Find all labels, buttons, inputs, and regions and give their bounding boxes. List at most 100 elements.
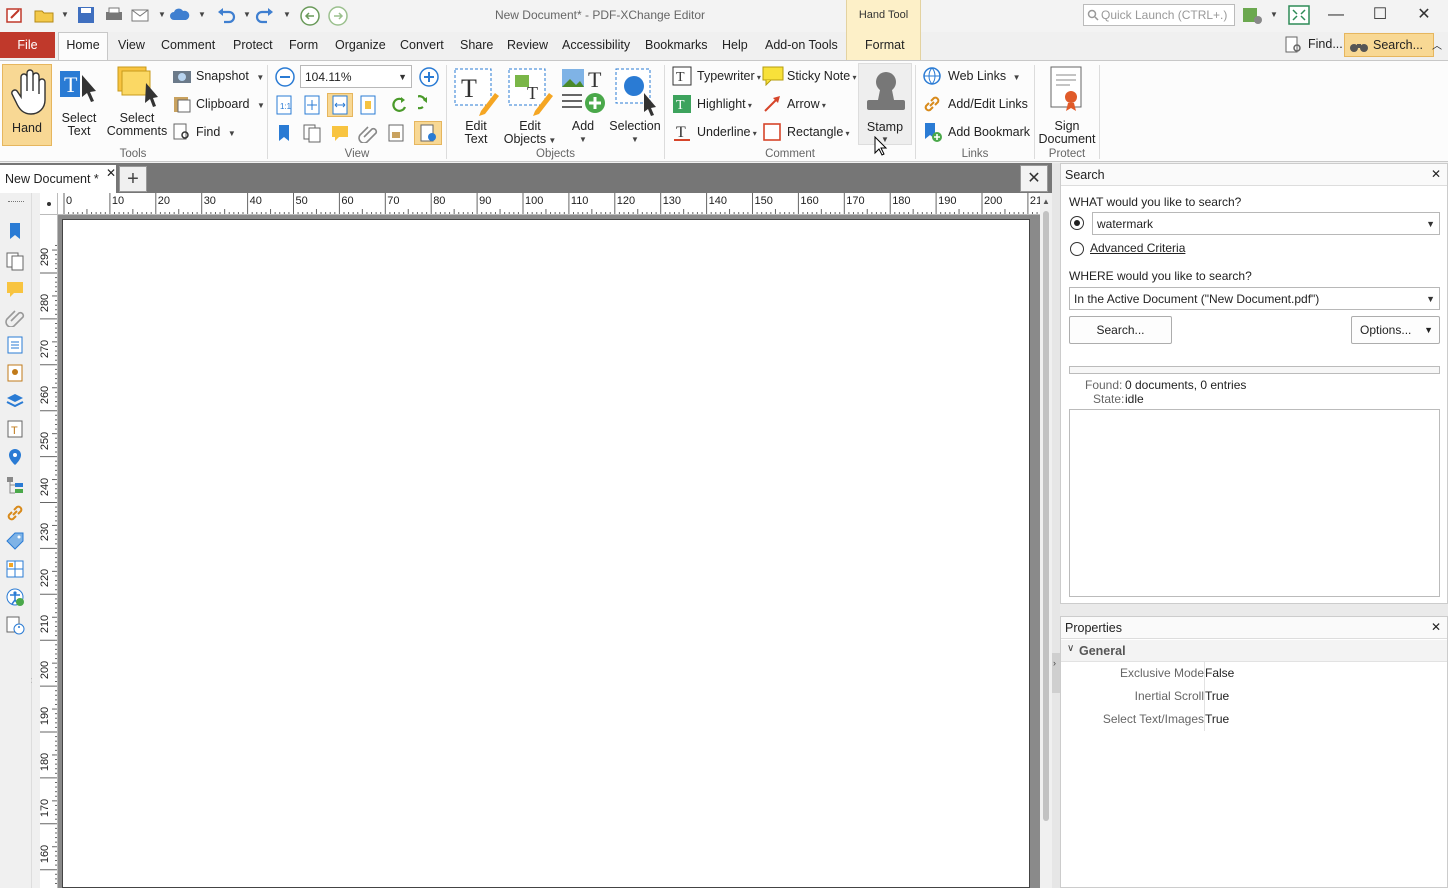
tab-bookmarks[interactable]: Bookmarks bbox=[645, 38, 708, 52]
arrow-button[interactable]: Arrow ▾ bbox=[760, 93, 826, 115]
options-button[interactable]: Options... ▼ bbox=[1351, 316, 1440, 344]
fields-pane-icon[interactable]: T bbox=[5, 419, 25, 439]
tab-form[interactable]: Form bbox=[289, 38, 318, 52]
attachments-icon[interactable] bbox=[358, 123, 378, 143]
property-row[interactable]: Exclusive Mode False bbox=[1061, 662, 1447, 685]
content-pane-icon[interactable] bbox=[5, 335, 25, 355]
scrollbar-thumb[interactable] bbox=[1043, 211, 1049, 821]
tab-view[interactable]: View bbox=[118, 38, 145, 52]
fullscreen-icon[interactable] bbox=[1288, 5, 1310, 25]
zoom-in-icon[interactable] bbox=[418, 66, 440, 88]
document-tab[interactable]: New Document * ✕ bbox=[0, 165, 116, 193]
rotate-left-icon[interactable] bbox=[390, 95, 410, 115]
location-dropdown-icon[interactable]: ▼ bbox=[1426, 294, 1435, 304]
selection-button[interactable]: Selection ▼ bbox=[608, 65, 662, 146]
find-button[interactable]: Find... bbox=[1280, 33, 1349, 57]
fit-visible-icon[interactable] bbox=[358, 95, 378, 115]
properties-pane-icon[interactable] bbox=[386, 123, 406, 143]
fit-width-button[interactable] bbox=[327, 93, 353, 117]
panel-divider[interactable] bbox=[1060, 604, 1448, 616]
tab-comment[interactable]: Comment bbox=[161, 38, 215, 52]
bookmark-icon[interactable] bbox=[274, 123, 294, 143]
property-value[interactable]: True bbox=[1205, 712, 1229, 726]
destinations-icon[interactable] bbox=[5, 447, 25, 467]
stamp-button[interactable]: Stamp ▼ bbox=[858, 63, 912, 145]
tab-organize[interactable]: Organize bbox=[335, 38, 386, 52]
tab-home[interactable]: Home bbox=[58, 32, 108, 61]
property-row[interactable]: Select Text/Images True bbox=[1061, 708, 1447, 731]
run-search-button[interactable]: Search... bbox=[1069, 316, 1172, 344]
web-links-button[interactable]: Web Links ▼ bbox=[920, 65, 1021, 87]
rectangle-button[interactable]: Rectangle ▾ bbox=[760, 121, 850, 143]
close-search-panel-icon[interactable]: ✕ bbox=[1431, 167, 1441, 181]
tab-share[interactable]: Share bbox=[460, 38, 493, 52]
scroll-up-icon[interactable]: ▲ bbox=[1042, 197, 1050, 206]
close-window-button[interactable]: ✕ bbox=[1409, 4, 1439, 26]
search-results-list[interactable] bbox=[1069, 409, 1440, 597]
structure-tree-icon[interactable] bbox=[5, 475, 25, 495]
splitter[interactable] bbox=[32, 193, 40, 888]
tags-icon[interactable] bbox=[5, 531, 25, 551]
general-section-header[interactable]: ∨ General bbox=[1061, 640, 1447, 662]
zoom-level-input[interactable]: 104.11% ▼ bbox=[300, 65, 412, 88]
document-vertical-scrollbar[interactable]: ▲ bbox=[1040, 193, 1052, 888]
edit-objects-button[interactable]: T Edit Objects ▼ bbox=[502, 65, 558, 147]
search-button[interactable]: Search... bbox=[1344, 33, 1434, 57]
search-query-input[interactable]: watermark ▼ bbox=[1092, 212, 1440, 235]
query-dropdown-icon[interactable]: ▼ bbox=[1426, 219, 1435, 229]
search-location-select[interactable]: In the Active Document ("New Document.pd… bbox=[1069, 287, 1440, 310]
order-pane-icon[interactable] bbox=[5, 559, 25, 579]
property-row[interactable]: Inertial Scroll True bbox=[1061, 685, 1447, 708]
close-tab-icon[interactable]: ✕ bbox=[106, 166, 116, 180]
select-text-button[interactable]: T Select Text bbox=[56, 65, 102, 138]
tab-accessibility[interactable]: Accessibility bbox=[562, 38, 630, 52]
typewriter-button[interactable]: T Typewriter ▾ bbox=[670, 65, 761, 87]
zoom-out-icon[interactable] bbox=[274, 66, 296, 88]
advanced-criteria-link[interactable]: Advanced Criteria bbox=[1090, 241, 1185, 255]
edit-text-button[interactable]: T Edit Text bbox=[450, 65, 502, 146]
comments-pane-icon[interactable] bbox=[330, 123, 350, 143]
bookmarks-pane-icon[interactable] bbox=[5, 221, 25, 241]
close-properties-panel-icon[interactable]: ✕ bbox=[1431, 620, 1441, 634]
thumbnails-pane-icon[interactable] bbox=[5, 251, 25, 271]
tab-help[interactable]: Help bbox=[722, 38, 748, 52]
underline-button[interactable]: T Underline ▾ bbox=[670, 121, 757, 143]
quick-launch-input[interactable]: Quick Launch (CTRL+.) bbox=[1083, 4, 1235, 26]
page-settings-button[interactable] bbox=[414, 121, 442, 145]
actual-size-icon[interactable]: 1:1 bbox=[274, 95, 294, 115]
add-edit-links-button[interactable]: Add/Edit Links bbox=[920, 93, 1028, 115]
sticky-note-button[interactable]: Sticky Note ▾ bbox=[760, 65, 856, 87]
maximize-button[interactable]: ☐ bbox=[1365, 4, 1395, 26]
fit-page-icon[interactable] bbox=[302, 95, 322, 115]
rotate-right-icon[interactable] bbox=[418, 95, 438, 115]
close-document-button[interactable]: ✕ bbox=[1020, 165, 1048, 192]
file-tab[interactable]: File bbox=[0, 32, 55, 58]
property-value[interactable]: True bbox=[1205, 689, 1229, 703]
accessibility-icon[interactable] bbox=[5, 587, 25, 607]
layers-icon[interactable] bbox=[5, 391, 25, 411]
links-pane-icon[interactable] bbox=[5, 503, 25, 523]
tab-protect[interactable]: Protect bbox=[233, 38, 273, 52]
new-tab-button[interactable]: + bbox=[119, 166, 147, 192]
tab-format[interactable]: Format bbox=[865, 38, 905, 52]
panel-splitter[interactable]: › bbox=[1052, 163, 1060, 888]
zoom-dropdown-icon[interactable]: ▼ bbox=[398, 72, 407, 82]
properties-doc-icon[interactable] bbox=[5, 363, 25, 383]
customize-icon[interactable] bbox=[1242, 6, 1264, 26]
tab-convert[interactable]: Convert bbox=[400, 38, 444, 52]
customize-dropdown-icon[interactable]: ▼ bbox=[1270, 10, 1278, 19]
sign-document-button[interactable]: Sign Document bbox=[1036, 65, 1098, 146]
reading-order-icon[interactable] bbox=[5, 615, 25, 635]
snapshot-button[interactable]: Snapshot ▼ bbox=[170, 65, 264, 87]
tab-add-on-tools[interactable]: Add-on Tools bbox=[765, 38, 838, 52]
comments-list-icon[interactable] bbox=[5, 279, 25, 299]
hand-tool-button[interactable]: Hand bbox=[2, 64, 52, 146]
add-button[interactable]: T Add ▼ bbox=[558, 65, 608, 146]
attachments-pane-icon[interactable] bbox=[5, 307, 25, 327]
pages-icon[interactable] bbox=[302, 123, 322, 143]
keyword-radio[interactable] bbox=[1070, 216, 1084, 230]
clipboard-button[interactable]: Clipboard ▼ bbox=[170, 93, 265, 115]
select-comments-button[interactable]: Select Comments bbox=[106, 65, 168, 138]
add-bookmark-button[interactable]: Add Bookmark bbox=[920, 121, 1030, 143]
advanced-criteria-radio[interactable] bbox=[1070, 242, 1084, 256]
